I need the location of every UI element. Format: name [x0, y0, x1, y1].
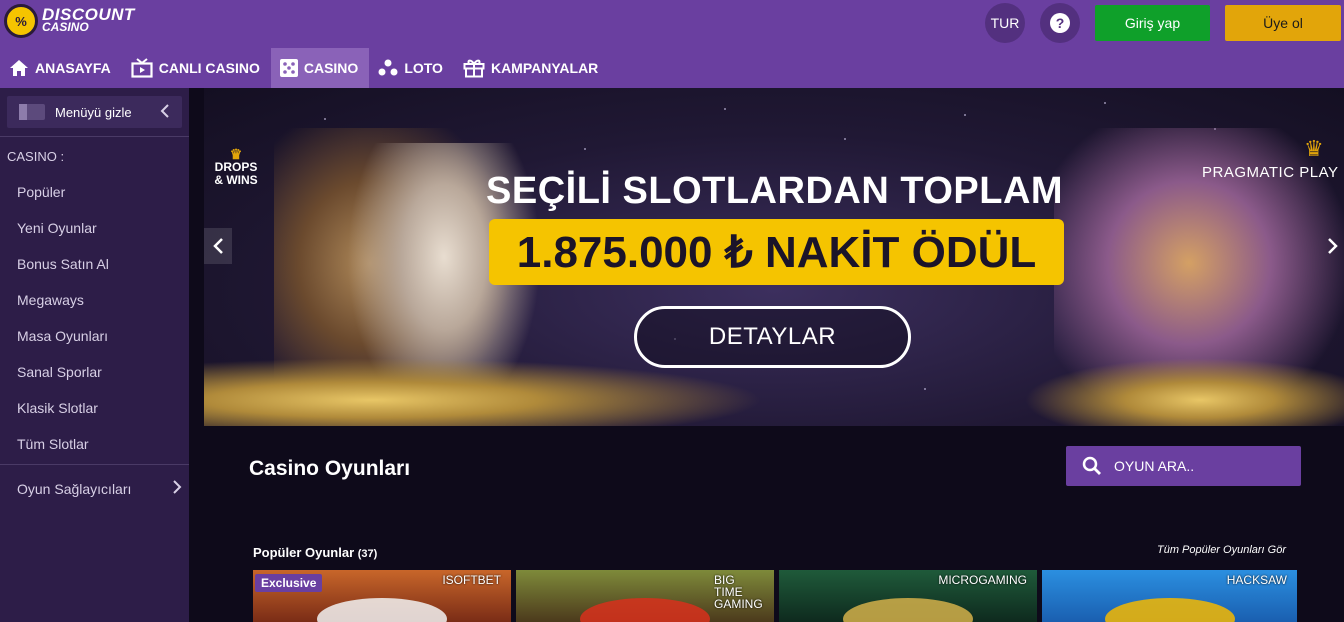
top-bar: % DISCOUNT CASINO TUR ? Giriş yap Üye ol — [0, 0, 1344, 48]
nav-item-label: ANASAYFA — [35, 60, 111, 76]
details-button[interactable]: DETAYLAR — [634, 306, 911, 368]
sidebar-toggle-icon — [19, 104, 45, 120]
sidebar-item-popular[interactable]: Popüler — [17, 184, 65, 200]
drops-line-2: & WINS — [214, 173, 258, 187]
snow-dot — [964, 114, 966, 116]
dice-icon — [279, 59, 298, 77]
coins-pile-image — [204, 358, 764, 426]
signup-button[interactable]: Üye ol — [1225, 5, 1341, 41]
nav-item-label: CANLI CASINO — [158, 60, 260, 76]
sidebar-item-classic-slots[interactable]: Klasik Slotlar — [17, 400, 98, 416]
promo-banner[interactable]: ♛ DROPS & WINS ♛ PRAGMATIC PLAY SEÇİLİ S… — [204, 88, 1344, 426]
nav-item-live-casino[interactable]: CANLI CASINO — [122, 48, 271, 88]
login-button[interactable]: Giriş yap — [1095, 5, 1210, 41]
sidebar-divider — [0, 464, 189, 465]
home-icon — [9, 59, 29, 77]
drops-wins-badge: ♛ DROPS & WINS — [208, 147, 264, 200]
chevron-left-icon — [160, 103, 170, 122]
sidebar-item-bonus-buy[interactable]: Bonus Satın Al — [17, 256, 109, 272]
popular-games-heading: Popüler Oyunlar (37) — [253, 545, 377, 560]
tv-play-icon — [131, 58, 153, 78]
banner-prize: 1.875.000 ₺ NAKİT ÖDÜL — [489, 219, 1064, 285]
exclusive-badge: Exclusive — [255, 574, 323, 592]
search-icon — [1082, 456, 1102, 476]
language-selector[interactable]: TUR — [985, 3, 1025, 43]
help-icon: ? — [1050, 13, 1070, 33]
nav-item-label: LOTO — [404, 60, 443, 76]
hide-menu-button[interactable]: Menüyü gizle — [7, 96, 182, 128]
sidebar: Menüyü gizle CASINO : Popüler Yeni Oyunl… — [0, 88, 189, 622]
nav-item-home[interactable]: ANASAYFA — [0, 48, 122, 88]
nav-item-campaigns[interactable]: KAMPANYALAR — [454, 48, 609, 88]
snow-dot — [924, 388, 926, 390]
balls-icon — [378, 59, 398, 77]
chevron-right-icon — [1328, 238, 1338, 254]
search-placeholder: OYUN ARA.. — [1114, 458, 1195, 474]
chevron-left-icon — [213, 238, 223, 254]
coins-pile-image — [1024, 358, 1344, 426]
game-artwork — [580, 598, 710, 622]
sidebar-item-providers[interactable]: Oyun Sağlayıcıları — [17, 479, 182, 498]
nav-item-casino[interactable]: CASINO — [270, 48, 370, 88]
snow-dot — [844, 138, 846, 140]
popular-label: Popüler Oyunlar — [253, 545, 355, 560]
chevron-right-icon — [172, 479, 182, 498]
logo-text: DISCOUNT CASINO — [42, 6, 135, 34]
game-tile[interactable]: MICROGAMING — [779, 570, 1037, 622]
sidebar-item-table-games[interactable]: Masa Oyunları — [17, 328, 108, 344]
main-nav: ANASAYFA CANLI CASINO CASINO LOTO KAMPAN… — [0, 48, 1344, 88]
game-artwork — [843, 598, 973, 622]
game-tile[interactable]: BIG TIME GAMING — [516, 570, 774, 622]
logo-badge: % — [4, 4, 38, 38]
carousel-next-button[interactable] — [1322, 228, 1344, 264]
sidebar-section-title: CASINO : — [7, 149, 65, 164]
snow-dot — [584, 148, 586, 150]
game-search-input[interactable]: OYUN ARA.. — [1066, 446, 1301, 486]
game-tile[interactable]: HACKSAW — [1042, 570, 1297, 622]
nav-item-label: CASINO — [303, 60, 359, 76]
provider-label: MICROGAMING — [938, 573, 1027, 587]
site-logo[interactable]: % DISCOUNT CASINO — [4, 4, 135, 38]
gift-icon — [463, 58, 485, 78]
provider-label: BIG TIME GAMING — [714, 573, 763, 611]
sidebar-item-megaways[interactable]: Megaways — [17, 292, 84, 308]
nav-item-label: KAMPANYALAR — [490, 60, 599, 76]
game-artwork — [1104, 598, 1235, 622]
providers-label: Oyun Sağlayıcıları — [17, 480, 132, 497]
carousel-prev-button[interactable] — [204, 228, 232, 264]
brand-label: PRAGMATIC PLAY — [1202, 164, 1339, 181]
game-artwork — [317, 598, 447, 622]
help-button[interactable]: ? — [1040, 3, 1080, 43]
provider-label: HACKSAW — [1226, 573, 1287, 587]
game-tile[interactable]: Exclusive ISOFTBET — [253, 570, 511, 622]
hide-menu-label: Menüyü gizle — [55, 104, 132, 120]
sidebar-divider — [0, 136, 189, 137]
snow-dot — [324, 118, 326, 120]
banner-headline: SEÇİLİ SLOTLARDAN TOPLAM — [486, 170, 1064, 212]
see-all-popular-link[interactable]: Tüm Popüler Oyunları Gör — [1157, 544, 1286, 556]
sidebar-item-new-games[interactable]: Yeni Oyunlar — [17, 220, 97, 236]
nav-item-loto[interactable]: LOTO — [369, 48, 454, 88]
pragmatic-play-logo: ♛ PRAGMATIC PLAY — [1202, 136, 1339, 181]
popular-count: (37) — [357, 548, 378, 560]
snow-dot — [1104, 102, 1106, 104]
crown-icon: ♛ — [1304, 136, 1325, 161]
casino-games-title: Casino Oyunları — [249, 457, 411, 480]
snow-dot — [724, 108, 726, 110]
sidebar-item-virtual-sports[interactable]: Sanal Sporlar — [17, 364, 102, 380]
sidebar-item-all-slots[interactable]: Tüm Slotlar — [17, 436, 89, 452]
provider-label: ISOFTBET — [442, 573, 501, 587]
